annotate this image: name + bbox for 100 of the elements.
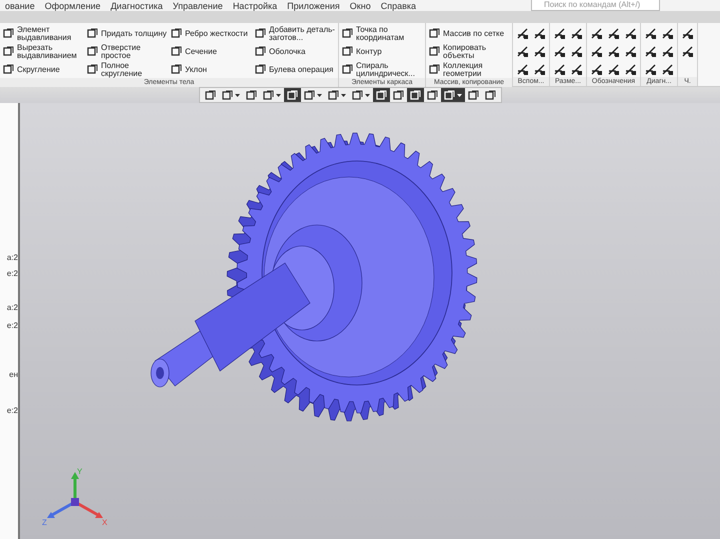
- tool-icon[interactable]: [570, 63, 583, 76]
- tool-icon[interactable]: [533, 27, 546, 40]
- tool-icon: [484, 90, 496, 100]
- tool-icon[interactable]: [644, 45, 657, 58]
- tool-icon[interactable]: [553, 27, 566, 40]
- tool-icon[interactable]: [661, 27, 674, 40]
- axis-triad-drawing: Y Z X: [42, 467, 108, 527]
- tool-icon[interactable]: [533, 45, 546, 58]
- tool-icon: [262, 90, 274, 100]
- tool-icon: [392, 90, 404, 100]
- caret-icon: [234, 94, 240, 96]
- tool-icon[interactable]: [553, 45, 566, 58]
- tool-icon[interactable]: [624, 27, 637, 40]
- ribbon-command[interactable]: Отверстие простое: [87, 43, 167, 60]
- ribbon-command[interactable]: Добавить деталь-заготов...: [255, 25, 335, 42]
- caret-icon: [276, 94, 280, 96]
- ribbon-command[interactable]: Точка по координатам: [342, 25, 422, 42]
- tool-icon[interactable]: [553, 63, 566, 76]
- tool-icon[interactable]: [570, 27, 583, 40]
- tool-icon[interactable]: [570, 45, 583, 58]
- tool-icon[interactable]: [590, 63, 603, 76]
- tool-icon[interactable]: [516, 27, 529, 40]
- tool-icon[interactable]: [607, 63, 620, 76]
- tool-icon[interactable]: [590, 27, 603, 40]
- ribbon-command[interactable]: Коллекция геометрии: [429, 61, 509, 78]
- tool-icon[interactable]: [661, 45, 674, 58]
- ribbon-command[interactable]: Уклон: [171, 61, 251, 78]
- tool-icon[interactable]: [590, 45, 603, 58]
- tool-icon: [87, 46, 98, 57]
- tree-item[interactable]: ен: [9, 370, 18, 379]
- ribbon-command[interactable]: Копировать объекты: [429, 43, 509, 60]
- tool-icon[interactable]: [661, 63, 674, 76]
- ribbon-command[interactable]: Булева операция: [255, 61, 335, 78]
- tool-icon: [3, 64, 14, 75]
- tool-icon: [342, 64, 353, 75]
- caret-icon: [364, 94, 370, 96]
- ribbon-command[interactable]: Контур: [342, 43, 422, 60]
- tool-icon: [3, 28, 14, 39]
- tool-icon[interactable]: [607, 45, 620, 58]
- tool-icon: [342, 46, 353, 57]
- tree-item[interactable]: а:2: [6, 253, 18, 262]
- tool-icon[interactable]: [516, 63, 529, 76]
- ribbon-command[interactable]: Скругление: [3, 61, 83, 78]
- tool-icon[interactable]: [644, 27, 657, 40]
- ribbon-command[interactable]: Массив по сетке: [429, 25, 509, 42]
- tool-icon: [429, 64, 440, 75]
- tool-icon: [410, 90, 420, 100]
- ribbon-command[interactable]: Вырезать выдавливанием: [3, 43, 83, 60]
- ribbon-command[interactable]: Полное скругление: [87, 61, 167, 78]
- tool-icon: [376, 90, 386, 100]
- caret-icon: [340, 94, 346, 96]
- tool-icon[interactable]: [533, 63, 546, 76]
- toolbar-button[interactable]: [440, 88, 464, 102]
- menu-item[interactable]: Диагностика: [106, 1, 168, 11]
- tool-icon[interactable]: [644, 63, 657, 76]
- tool-icon[interactable]: [607, 27, 620, 40]
- caret-icon: [316, 94, 322, 96]
- ribbon-command[interactable]: Элемент выдавливания: [3, 25, 83, 42]
- tool-icon[interactable]: [681, 27, 694, 40]
- tree-item[interactable]: е:2: [6, 406, 18, 415]
- tree-item[interactable]: е:2: [6, 321, 18, 330]
- tool-icon: [171, 28, 182, 39]
- tree-item[interactable]: е:2: [6, 269, 18, 278]
- tool-icon: [352, 90, 362, 100]
- tool-icon: [426, 90, 438, 100]
- toolbar-button[interactable]: [372, 88, 390, 102]
- tool-icon: [304, 90, 314, 100]
- tool-icon: [342, 28, 353, 39]
- menu-item[interactable]: ование: [0, 1, 40, 11]
- ribbon-command[interactable]: Спираль цилиндрическ...: [342, 61, 422, 78]
- tool-icon[interactable]: [624, 45, 637, 58]
- tool-icon: [87, 64, 98, 75]
- tree-item[interactable]: а:2: [6, 303, 18, 312]
- tool-icon: [468, 90, 478, 100]
- tool-icon: [429, 28, 440, 39]
- toolbar-button[interactable]: [284, 88, 300, 102]
- tool-icon[interactable]: [681, 45, 694, 58]
- tool-icon: [444, 90, 454, 100]
- tool-icon: [255, 28, 266, 39]
- menu-item[interactable]: Настройка: [228, 1, 282, 11]
- menu-item[interactable]: Окно: [344, 1, 376, 11]
- tool-icon: [3, 46, 14, 57]
- tool-icon: [171, 64, 182, 75]
- ribbon-command[interactable]: Сечение: [171, 43, 251, 60]
- tool-icon: [171, 46, 182, 57]
- tool-icon[interactable]: [516, 45, 529, 58]
- ribbon-command[interactable]: Оболочка: [255, 43, 335, 60]
- tool-icon: [255, 46, 266, 57]
- tool-icon[interactable]: [624, 63, 637, 76]
- caret-icon: [456, 94, 462, 96]
- toolbar-button[interactable]: [406, 88, 424, 102]
- ribbon-command[interactable]: Придать толщину: [87, 25, 167, 42]
- menu-item[interactable]: Управление: [168, 1, 228, 11]
- tool-icon: [255, 64, 266, 75]
- menu-item[interactable]: Приложения: [282, 1, 345, 11]
- menu-item[interactable]: Справка: [376, 1, 422, 11]
- tool-icon: [87, 28, 98, 39]
- ribbon-command[interactable]: Ребро жесткости: [171, 25, 251, 42]
- tool-icon: [222, 90, 232, 100]
- menu-item[interactable]: Оформление: [40, 1, 106, 11]
